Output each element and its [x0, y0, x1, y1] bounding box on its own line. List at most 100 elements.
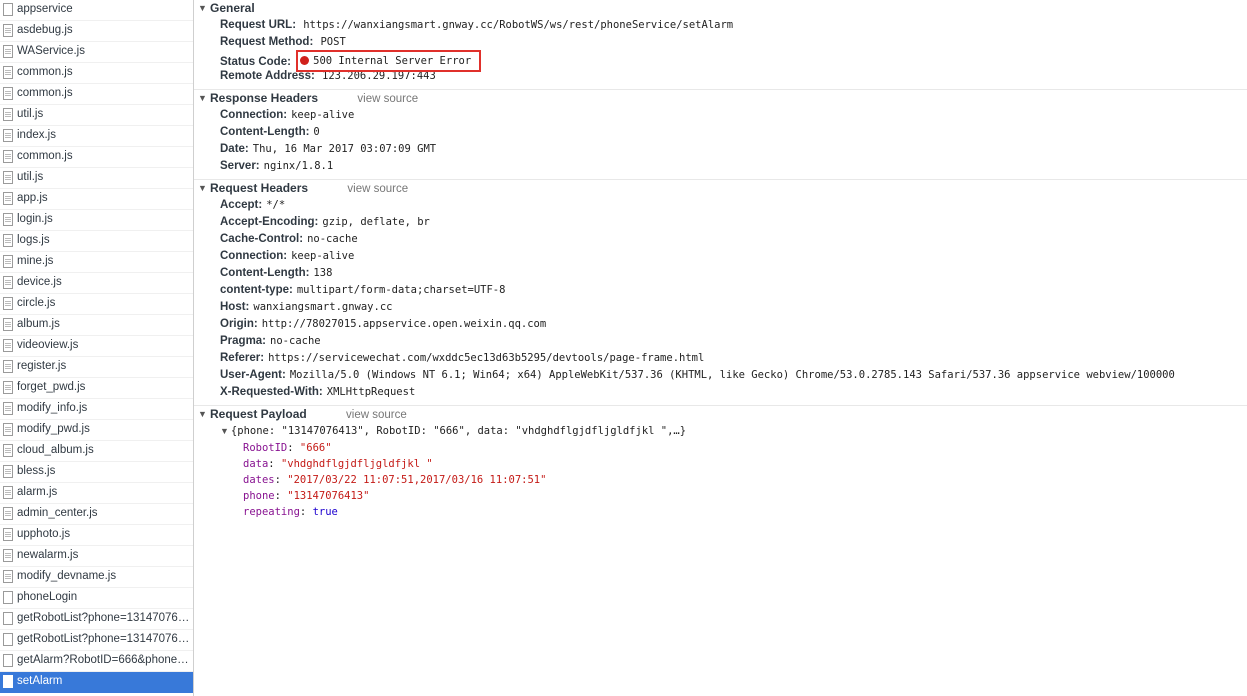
request-name: getAlarm?RobotID=666&phone=... — [17, 654, 193, 666]
header-key: Pragma: — [220, 335, 267, 347]
expand-triangle-icon[interactable]: ▼ — [198, 90, 207, 107]
view-source-link[interactable]: view source — [347, 183, 408, 195]
request-name: circle.js — [17, 297, 56, 309]
payload-value: "2017/03/22 11:07:51,2017/03/16 11:07:51… — [287, 474, 547, 486]
script-file-icon — [3, 45, 13, 58]
request-list-item[interactable]: util.js — [0, 105, 193, 126]
header-value: wanxiangsmart.gnway.cc — [253, 301, 393, 313]
header-key: Connection: — [220, 250, 288, 262]
request-list-item[interactable]: asdebug.js — [0, 21, 193, 42]
header-key: Origin: — [220, 318, 258, 330]
request-list-item[interactable]: app.js — [0, 189, 193, 210]
header-value: XMLHttpRequest — [326, 386, 416, 398]
request-list-item[interactable]: common.js — [0, 147, 193, 168]
request-name: cloud_album.js — [17, 444, 94, 456]
request-list-item[interactable]: album.js — [0, 315, 193, 336]
request-name: modify_devname.js — [17, 570, 117, 582]
expand-triangle-icon[interactable]: ▼ — [198, 0, 207, 17]
script-file-icon — [3, 150, 13, 163]
header-row: Referer: https://servicewechat.com/wxddc5… — [194, 350, 1247, 367]
request-list-item[interactable]: util.js — [0, 168, 193, 189]
expand-triangle-icon[interactable]: ▼ — [198, 406, 207, 423]
request-list-item[interactable]: alarm.js — [0, 483, 193, 504]
payload-field: repeating: true — [194, 504, 1247, 520]
request-list-item[interactable]: login.js — [0, 210, 193, 231]
request-headers-section: ▼ Request Headers view source Accept: */*… — [194, 180, 1247, 406]
script-file-icon — [3, 528, 13, 541]
request-list-item[interactable]: index.js — [0, 126, 193, 147]
request-headers-header[interactable]: ▼ Request Headers view source — [194, 180, 1247, 197]
request-list-item[interactable]: common.js — [0, 63, 193, 84]
request-list-item[interactable]: forget_pwd.js — [0, 378, 193, 399]
header-row: Host: wanxiangsmart.gnway.cc — [194, 299, 1247, 316]
request-list-item[interactable]: register.js — [0, 357, 193, 378]
header-row: Connection: keep-alive — [194, 107, 1247, 124]
header-row: content-type: multipart/form-data;charset… — [194, 282, 1247, 299]
request-name: upphoto.js — [17, 528, 71, 540]
request-name: asdebug.js — [17, 24, 73, 36]
header-row: Accept-Encoding: gzip, deflate, br — [194, 214, 1247, 231]
request-list-item[interactable]: setAlarm — [0, 672, 193, 693]
status-error-dot-icon — [300, 56, 310, 65]
request-list-item[interactable]: mine.js — [0, 252, 193, 273]
script-file-icon — [3, 444, 13, 457]
header-value: http://78027015.appservice.open.weixin.q… — [261, 318, 547, 330]
request-name: getRobotList?phone=13147076413 — [17, 633, 193, 645]
request-list-item[interactable]: getRobotList?phone=13147076413 — [0, 609, 193, 630]
request-list-item[interactable]: circle.js — [0, 294, 193, 315]
request-list-item[interactable]: newalarm.js — [0, 546, 193, 567]
response-headers-header[interactable]: ▼ Response Headers view source — [194, 90, 1247, 107]
request-details-panel: ▼ General Request URL: https://wanxiangs… — [194, 0, 1247, 696]
request-list-item[interactable]: logs.js — [0, 231, 193, 252]
header-value: keep-alive — [291, 109, 355, 121]
script-file-icon — [3, 297, 13, 310]
header-key: Cache-Control: — [220, 233, 304, 245]
payload-separator: : — [268, 458, 281, 470]
request-list-item[interactable]: phoneLogin — [0, 588, 193, 609]
request-list-item[interactable]: modify_info.js — [0, 399, 193, 420]
payload-key: repeating — [243, 506, 300, 518]
script-file-icon — [3, 87, 13, 100]
header-row: Origin: http://78027015.appservice.open.w… — [194, 316, 1247, 333]
script-file-icon — [3, 402, 13, 415]
general-header[interactable]: ▼ General — [194, 0, 1247, 17]
header-key: Server: — [220, 160, 260, 172]
script-file-icon — [3, 318, 13, 331]
header-key: Content-Length: — [220, 267, 310, 279]
header-value: nginx/1.8.1 — [263, 160, 334, 172]
request-list-item[interactable]: upphoto.js — [0, 525, 193, 546]
request-list-item[interactable]: admin_center.js — [0, 504, 193, 525]
request-list-item[interactable]: cloud_album.js — [0, 441, 193, 462]
request-name: phoneLogin — [17, 591, 78, 603]
request-list-item[interactable]: getRobotList?phone=13147076413 — [0, 630, 193, 651]
document-icon — [3, 612, 13, 625]
request-payload-header[interactable]: ▼ Request Payload view source — [194, 406, 1247, 423]
expand-triangle-icon[interactable]: ▼ — [220, 426, 229, 436]
general-title: General — [210, 1, 255, 15]
header-key: Accept: — [220, 199, 263, 211]
header-key: Accept-Encoding: — [220, 216, 319, 228]
request-list-item[interactable]: appservice — [0, 0, 193, 21]
view-source-link[interactable]: view source — [357, 93, 418, 105]
expand-triangle-icon[interactable]: ▼ — [198, 180, 207, 197]
header-value: no-cache — [270, 335, 321, 347]
view-source-link[interactable]: view source — [346, 409, 407, 421]
request-list-item[interactable]: modify_pwd.js — [0, 420, 193, 441]
request-list-item[interactable]: device.js — [0, 273, 193, 294]
request-list-item[interactable]: modify_devname.js — [0, 567, 193, 588]
request-list-item[interactable]: videoview.js — [0, 336, 193, 357]
request-list-item[interactable]: WAService.js — [0, 42, 193, 63]
script-file-icon — [3, 549, 13, 562]
request-list-item[interactable]: bless.js — [0, 462, 193, 483]
request-list-item[interactable]: common.js — [0, 84, 193, 105]
payload-object-summary[interactable]: ▼ {phone: "13147076413", RobotID: "666", … — [194, 423, 1247, 440]
request-name: register.js — [17, 360, 67, 372]
payload-separator: : — [274, 474, 288, 486]
header-value: multipart/form-data;charset=UTF-8 — [296, 284, 506, 296]
request-url-label: Request URL: — [220, 19, 297, 31]
header-value: 0 — [313, 126, 320, 138]
payload-key: RobotID — [243, 442, 288, 454]
request-list-item[interactable]: getAlarm?RobotID=666&phone=... — [0, 651, 193, 672]
request-name: util.js — [17, 108, 44, 120]
header-key: Date: — [220, 143, 249, 155]
